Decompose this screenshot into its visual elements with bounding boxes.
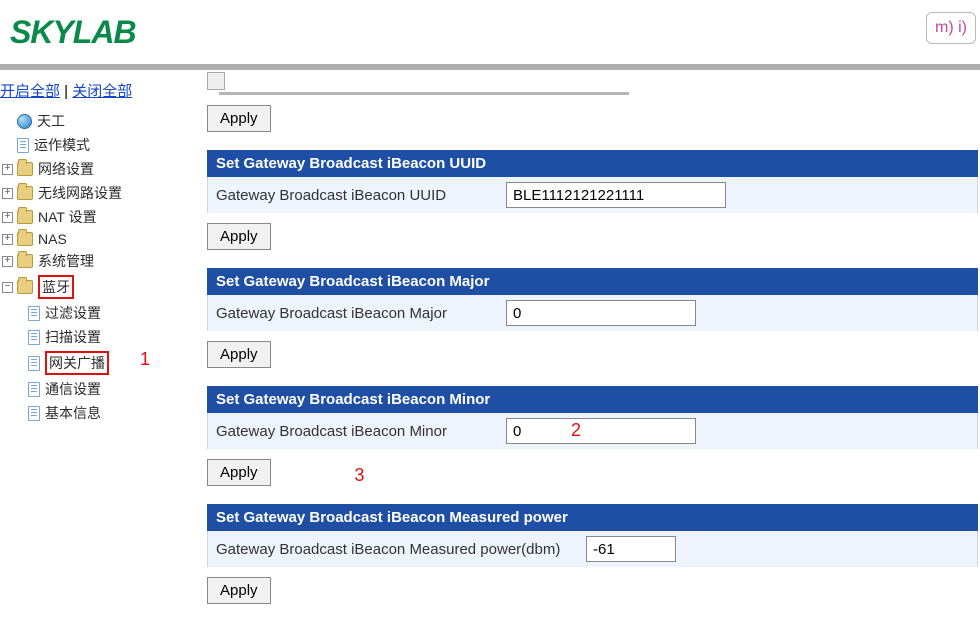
major-input[interactable] (506, 300, 696, 326)
tree-item-network[interactable]: 网络设置 (0, 157, 191, 181)
minor-input[interactable] (506, 418, 696, 444)
apply-button[interactable]: Apply (207, 459, 271, 486)
expand-icon[interactable] (2, 256, 13, 267)
field-label-minor: Gateway Broadcast iBeacon Minor (216, 423, 506, 440)
section-header-minor: Set Gateway Broadcast iBeacon Minor (207, 386, 978, 413)
field-label-power: Gateway Broadcast iBeacon Measured power… (216, 541, 586, 558)
tree-item-scan[interactable]: 扫描设置 (0, 325, 191, 349)
field-row-power: Gateway Broadcast iBeacon Measured power… (207, 531, 978, 567)
folder-icon (17, 232, 33, 246)
folder-icon (17, 280, 33, 294)
field-label-major: Gateway Broadcast iBeacon Major (216, 305, 506, 322)
tree-item-comm[interactable]: 通信设置 (0, 377, 191, 401)
tree-label: 网关广播 (45, 351, 109, 375)
sidebar: 开启全部 | 关闭全部 天工 运作模式 网络设置 无线网路设置 NAT 设置 N… (0, 70, 195, 622)
tree-item-gateway-broadcast[interactable]: 网关广播 1 (0, 349, 191, 377)
expand-icon[interactable] (2, 234, 13, 245)
annotation-3: 3 (354, 465, 364, 486)
open-all-link[interactable]: 开启全部 (0, 83, 60, 100)
tree-label: 扫描设置 (45, 327, 101, 347)
page-icon (28, 330, 40, 345)
tree-label: NAT 设置 (38, 207, 97, 227)
field-row-minor: Gateway Broadcast iBeacon Minor 2 (207, 413, 978, 449)
field-row-uuid: Gateway Broadcast iBeacon UUID (207, 177, 978, 213)
top-right-badge: m) i) (926, 12, 976, 44)
world-icon (17, 114, 32, 129)
expand-icon[interactable] (2, 164, 13, 175)
section-header-uuid: Set Gateway Broadcast iBeacon UUID (207, 150, 978, 177)
tree-item-nat[interactable]: NAT 设置 (0, 205, 191, 229)
separator: | (60, 83, 72, 100)
spacer-icon (2, 116, 13, 127)
field-label-uuid: Gateway Broadcast iBeacon UUID (216, 187, 506, 204)
apply-button[interactable]: Apply (207, 577, 271, 604)
expand-icon[interactable] (2, 212, 13, 223)
collapse-icon[interactable] (2, 282, 13, 293)
tree-item-mode[interactable]: 运作模式 (0, 133, 191, 157)
tree-root-label: 天工 (37, 111, 65, 131)
tree-label: 无线网路设置 (38, 183, 122, 203)
folder-icon (17, 162, 33, 176)
tree-item-system[interactable]: 系统管理 (0, 249, 191, 273)
tree-item-basic[interactable]: 基本信息 (0, 401, 191, 425)
tree-label: 蓝牙 (38, 275, 74, 299)
nav-tree: 天工 运作模式 网络设置 无线网路设置 NAT 设置 NAS 系统管理 蓝牙 过… (0, 109, 191, 425)
page-icon (28, 356, 40, 371)
tree-label: 通信设置 (45, 379, 101, 399)
scroll-up-button[interactable] (207, 72, 225, 90)
annotation-1: 1 (140, 349, 150, 370)
tree-label: NAS (38, 231, 67, 247)
tree-label: 系统管理 (38, 251, 94, 271)
tree-item-wireless[interactable]: 无线网路设置 (0, 181, 191, 205)
logo: SKYLAB (10, 14, 136, 51)
tree-label: 运作模式 (34, 135, 90, 155)
power-input[interactable] (586, 536, 676, 562)
tree-root[interactable]: 天工 (0, 109, 191, 133)
main-content: Apply Set Gateway Broadcast iBeacon UUID… (195, 70, 980, 622)
folder-icon (17, 210, 33, 224)
annotation-2: 2 (571, 420, 581, 441)
tree-label: 基本信息 (45, 403, 101, 423)
tree-toggle-links: 开启全部 | 关闭全部 (0, 76, 191, 109)
expand-icon[interactable] (2, 188, 13, 199)
folder-icon (17, 254, 33, 268)
page-icon (28, 406, 40, 421)
tree-label: 过滤设置 (45, 303, 101, 323)
page-icon (17, 138, 29, 153)
apply-button[interactable]: Apply (207, 341, 271, 368)
tree-label: 网络设置 (38, 159, 94, 179)
uuid-input[interactable] (506, 182, 726, 208)
apply-button[interactable]: Apply (207, 223, 271, 250)
tree-item-filter[interactable]: 过滤设置 (0, 301, 191, 325)
close-all-link[interactable]: 关闭全部 (72, 83, 132, 100)
page-icon (28, 382, 40, 397)
tree-item-nas[interactable]: NAS (0, 229, 191, 249)
field-row-major: Gateway Broadcast iBeacon Major (207, 295, 978, 331)
apply-button[interactable]: Apply (207, 105, 271, 132)
spacer-icon (2, 140, 13, 151)
folder-icon (17, 186, 33, 200)
section-header-major: Set Gateway Broadcast iBeacon Major (207, 268, 978, 295)
page-icon (28, 306, 40, 321)
tree-item-bluetooth[interactable]: 蓝牙 (0, 273, 191, 301)
